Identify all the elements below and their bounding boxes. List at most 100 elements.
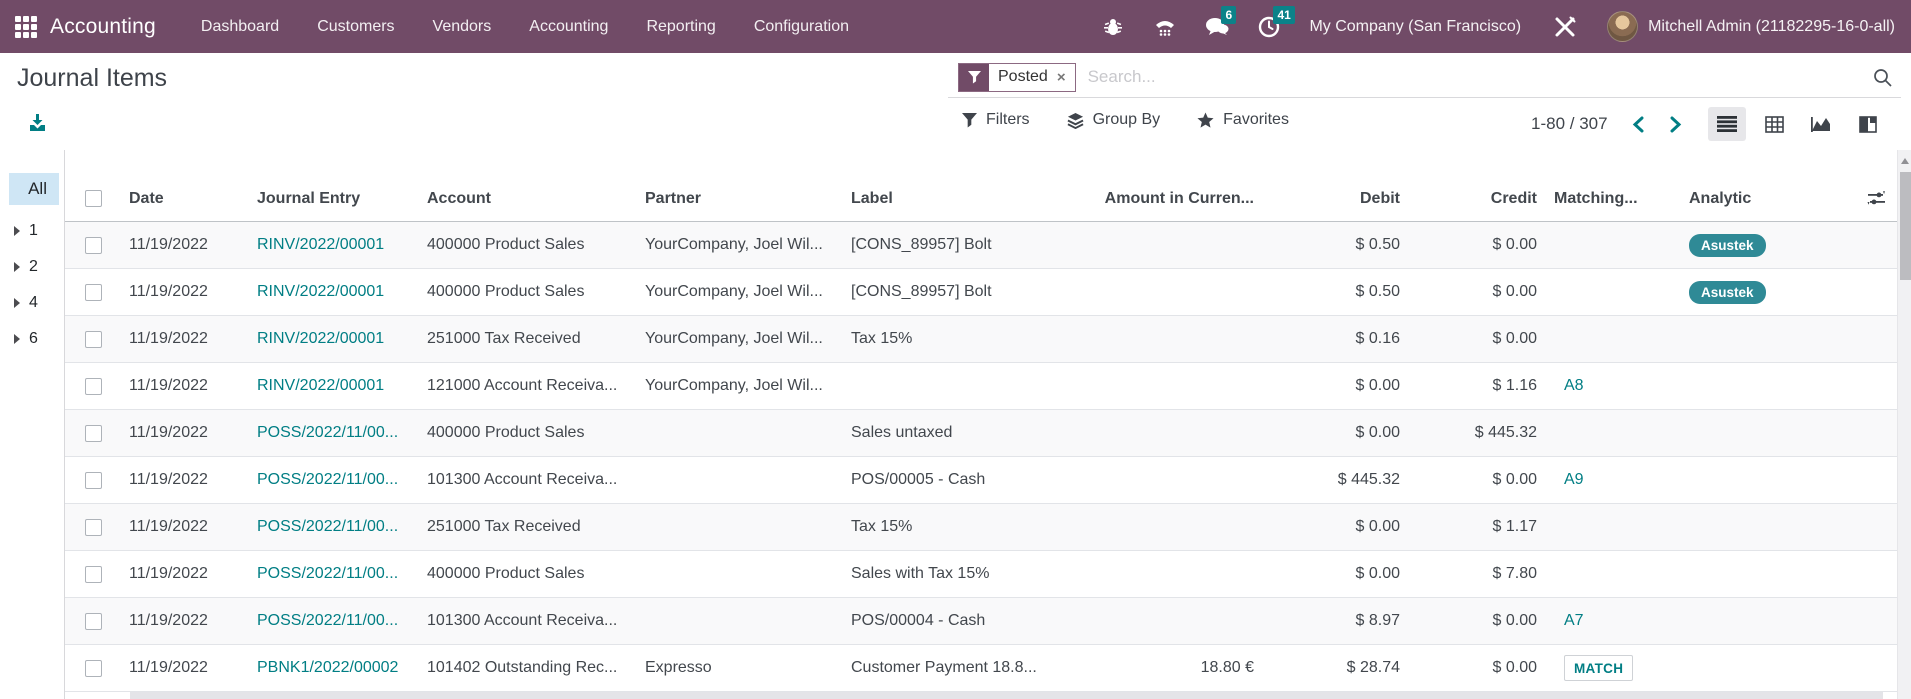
table-row[interactable]: 11/19/2022RINV/2022/00001400000 Product … bbox=[65, 222, 1897, 269]
table-row[interactable]: 11/19/2022POSS/2022/11/00...101300 Accou… bbox=[65, 598, 1897, 645]
sidebar-item-all[interactable]: All bbox=[9, 173, 59, 205]
messages-icon[interactable]: 6 bbox=[1204, 14, 1230, 40]
optional-columns-icon[interactable] bbox=[1856, 190, 1897, 207]
table-row[interactable]: 11/19/2022RINV/2022/00001121000 Account … bbox=[65, 363, 1897, 410]
match-button[interactable]: MATCH bbox=[1564, 655, 1633, 681]
filter-funnel-icon bbox=[959, 64, 989, 91]
header-amount-currency[interactable]: Amount in Curren... bbox=[1086, 190, 1263, 208]
table-row[interactable]: 11/19/2022POSS/2022/11/00...400000 Produ… bbox=[65, 410, 1897, 457]
row-checkbox[interactable] bbox=[85, 237, 102, 254]
row-checkbox[interactable] bbox=[85, 284, 102, 301]
content-area: All 1246 Date Journal Entry Account Part… bbox=[0, 150, 1911, 699]
search-input[interactable] bbox=[1086, 66, 1864, 88]
group-by-button[interactable]: Group By bbox=[1067, 111, 1161, 129]
nav-menu-reporting[interactable]: Reporting bbox=[627, 0, 734, 53]
header-journal-entry[interactable]: Journal Entry bbox=[249, 190, 419, 208]
nav-menu-vendors[interactable]: Vendors bbox=[414, 0, 511, 53]
sidebar-group-2[interactable]: 2 bbox=[0, 249, 64, 285]
graph-view-button[interactable] bbox=[1802, 107, 1840, 141]
cell-account: 400000 Product Sales bbox=[419, 236, 637, 254]
facet-remove-icon[interactable]: × bbox=[1057, 69, 1066, 86]
table-row[interactable]: 11/19/2022POSS/2022/11/00...251000 Tax R… bbox=[65, 504, 1897, 551]
journal-entry-link[interactable]: PBNK1/2022/00002 bbox=[257, 659, 398, 676]
select-all-checkbox[interactable] bbox=[85, 190, 102, 207]
journal-entry-link[interactable]: POSS/2022/11/00... bbox=[257, 471, 398, 488]
sidebar-group-6[interactable]: 6 bbox=[0, 321, 64, 357]
matching-code-link[interactable]: A8 bbox=[1564, 377, 1584, 394]
filters-button[interactable]: Filters bbox=[962, 111, 1030, 129]
activities-clock-icon[interactable]: 41 bbox=[1256, 14, 1282, 40]
row-checkbox[interactable] bbox=[85, 378, 102, 395]
header-account[interactable]: Account bbox=[419, 190, 637, 208]
header-credit[interactable]: Credit bbox=[1409, 190, 1546, 208]
user-menu[interactable]: Mitchell Admin (21182295-16-0-all) bbox=[1648, 18, 1895, 36]
journal-entry-link[interactable]: RINV/2022/00001 bbox=[257, 236, 384, 253]
user-avatar[interactable] bbox=[1607, 11, 1638, 42]
nav-menu-accounting[interactable]: Accounting bbox=[510, 0, 627, 53]
row-checkbox[interactable] bbox=[85, 613, 102, 630]
cell-account: 400000 Product Sales bbox=[419, 565, 637, 583]
matching-code-link[interactable]: A7 bbox=[1564, 612, 1584, 629]
row-checkbox[interactable] bbox=[85, 425, 102, 442]
apps-menu-icon[interactable] bbox=[15, 16, 37, 38]
group-sidebar: All 1246 bbox=[0, 150, 65, 699]
cell-debit: $ 0.00 bbox=[1263, 565, 1409, 583]
pager-previous-icon[interactable] bbox=[1632, 116, 1645, 133]
cell-account: 101300 Account Receiva... bbox=[419, 612, 637, 630]
row-checkbox[interactable] bbox=[85, 472, 102, 489]
pager-range: 1-80 / 307 bbox=[1531, 114, 1608, 134]
row-checkbox[interactable] bbox=[85, 566, 102, 583]
sidebar-group-4[interactable]: 4 bbox=[0, 285, 64, 321]
scroll-up-icon[interactable] bbox=[1901, 158, 1909, 164]
list-view-button[interactable] bbox=[1708, 107, 1746, 141]
journal-entry-link[interactable]: RINV/2022/00001 bbox=[257, 330, 384, 347]
company-switcher[interactable]: My Company (San Francisco) bbox=[1309, 18, 1521, 36]
journal-entry-link[interactable]: POSS/2022/11/00... bbox=[257, 565, 398, 582]
row-checkbox[interactable] bbox=[85, 660, 102, 677]
cell-partner: Expresso bbox=[637, 659, 843, 677]
matching-code-link[interactable]: A9 bbox=[1564, 471, 1584, 488]
nav-menu-configuration[interactable]: Configuration bbox=[735, 0, 868, 53]
row-checkbox[interactable] bbox=[85, 331, 102, 348]
scrollbar-thumb[interactable] bbox=[1900, 172, 1911, 280]
table-row[interactable]: 11/19/2022POSS/2022/11/00...400000 Produ… bbox=[65, 551, 1897, 598]
table-row[interactable]: 11/19/2022POSS/2022/11/00...101300 Accou… bbox=[65, 457, 1897, 504]
search-icon[interactable] bbox=[1872, 67, 1893, 88]
sidebar-group-1[interactable]: 1 bbox=[0, 213, 64, 249]
export-download-icon[interactable] bbox=[28, 113, 47, 132]
cell-date: 11/19/2022 bbox=[121, 283, 249, 301]
journal-entry-link[interactable]: RINV/2022/00001 bbox=[257, 377, 384, 394]
debug-bug-icon[interactable] bbox=[1100, 14, 1126, 40]
cell-label: Sales untaxed bbox=[843, 424, 1086, 442]
header-analytic[interactable]: Analytic bbox=[1681, 190, 1856, 208]
horizontal-scrollbar[interactable] bbox=[130, 692, 1883, 699]
table-row[interactable]: 11/19/2022PBNK1/2022/00002101402 Outstan… bbox=[65, 645, 1897, 692]
activities-count-badge: 41 bbox=[1273, 6, 1294, 24]
journal-entry-link[interactable]: POSS/2022/11/00... bbox=[257, 424, 398, 441]
table-row[interactable]: 11/19/2022RINV/2022/00001251000 Tax Rece… bbox=[65, 316, 1897, 363]
vertical-scrollbar[interactable] bbox=[1897, 150, 1911, 699]
header-matching[interactable]: Matching... bbox=[1546, 190, 1681, 208]
app-name[interactable]: Accounting bbox=[50, 15, 156, 39]
journal-entry-link[interactable]: RINV/2022/00001 bbox=[257, 283, 384, 300]
favorites-button[interactable]: Favorites bbox=[1197, 111, 1289, 129]
journal-entry-link[interactable]: POSS/2022/11/00... bbox=[257, 612, 398, 629]
row-checkbox[interactable] bbox=[85, 519, 102, 536]
search-bar: Posted × bbox=[948, 53, 1901, 98]
cell-partner: YourCompany, Joel Wil... bbox=[637, 236, 843, 254]
table-row[interactable]: 11/19/2022RINV/2022/00001400000 Product … bbox=[65, 269, 1897, 316]
tools-icon[interactable] bbox=[1552, 14, 1578, 40]
cell-credit: $ 1.17 bbox=[1409, 518, 1546, 536]
voip-phone-icon[interactable] bbox=[1152, 14, 1178, 40]
nav-menu-customers[interactable]: Customers bbox=[298, 0, 413, 53]
search-facet-posted[interactable]: Posted × bbox=[958, 63, 1076, 92]
nav-menu-dashboard[interactable]: Dashboard bbox=[182, 0, 298, 53]
header-label[interactable]: Label bbox=[843, 190, 1086, 208]
header-partner[interactable]: Partner bbox=[637, 190, 843, 208]
header-date[interactable]: Date bbox=[121, 190, 249, 208]
pager-next-icon[interactable] bbox=[1669, 116, 1682, 133]
pivot-view-button[interactable] bbox=[1755, 107, 1793, 141]
kanban-view-button[interactable] bbox=[1849, 107, 1887, 141]
journal-entry-link[interactable]: POSS/2022/11/00... bbox=[257, 518, 398, 535]
header-debit[interactable]: Debit bbox=[1263, 190, 1409, 208]
